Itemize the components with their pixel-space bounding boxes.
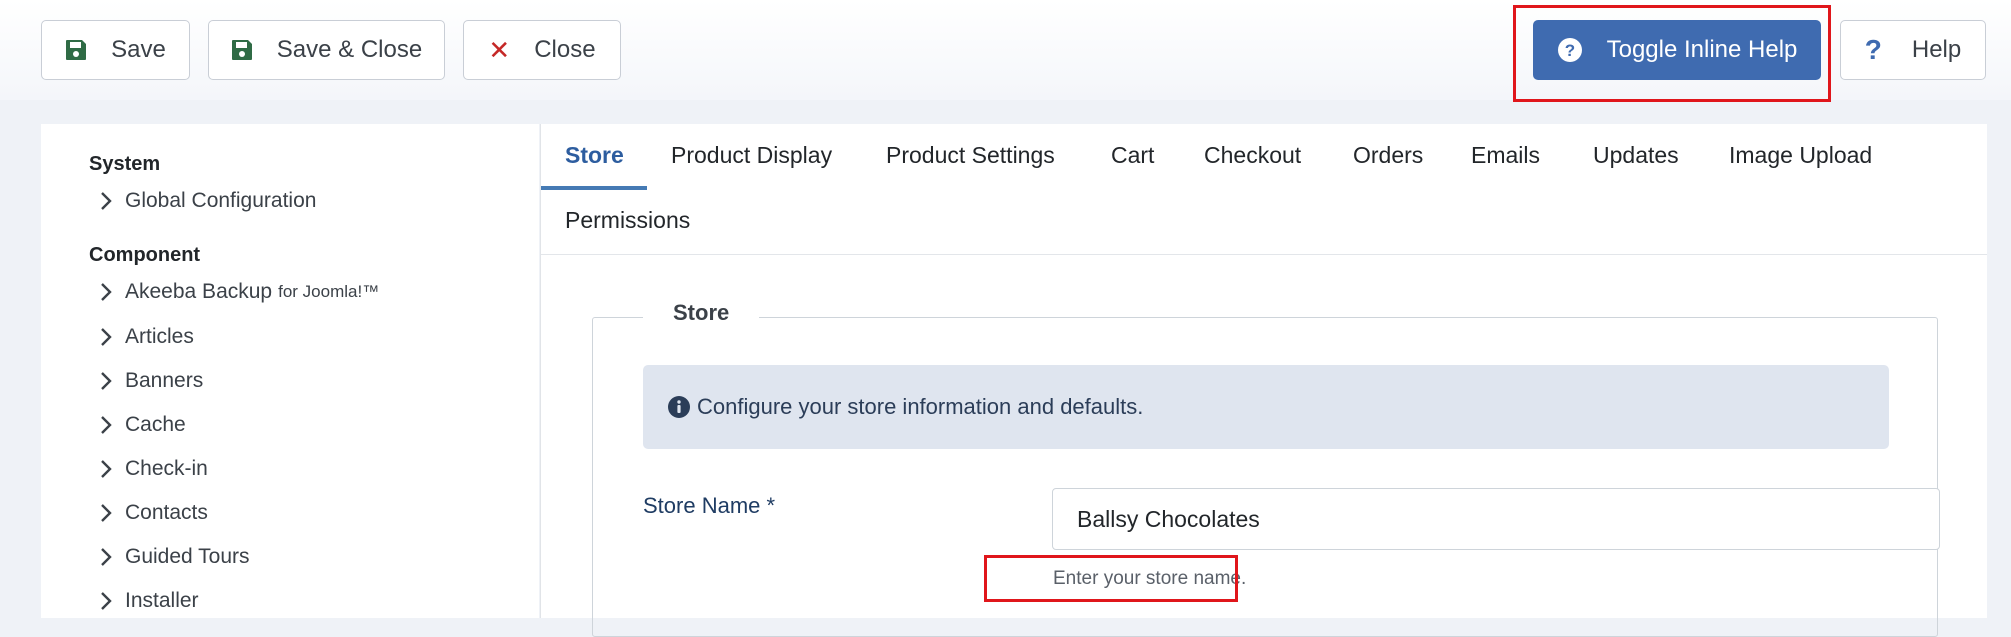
tab-emails[interactable]: Emails: [1471, 142, 1540, 169]
save-button[interactable]: Save: [41, 20, 190, 80]
question-circle-icon: ?: [1557, 37, 1583, 63]
help-button[interactable]: ? Help: [1840, 20, 1986, 80]
save-and-close-button-label: Save & Close: [276, 36, 423, 63]
sidebar-item-contacts[interactable]: Contacts: [97, 501, 208, 525]
save-button-label: Save: [111, 36, 166, 63]
tab-store[interactable]: Store: [565, 142, 624, 169]
store-fieldset-legend: Store: [643, 300, 760, 326]
active-tab-indicator: [541, 186, 647, 190]
tab-updates[interactable]: Updates: [1593, 142, 1679, 169]
sidebar-item-guided-tours[interactable]: Guided Tours: [97, 545, 250, 569]
chevron-right-icon: [97, 546, 115, 568]
sidebar-item-label: Contacts: [125, 501, 208, 524]
sidebar-item-global-configuration[interactable]: Global Configuration: [97, 189, 316, 213]
sidebar-item-label: Installer: [125, 589, 199, 612]
sidebar-item-cache[interactable]: Cache: [97, 413, 186, 437]
sidebar-heading-system: System: [89, 153, 161, 175]
store-name-label: Store Name *: [643, 493, 776, 518]
close-button-label: Close: [534, 36, 596, 63]
sidebar-item-installer[interactable]: Installer: [97, 589, 199, 613]
tab-orders[interactable]: Orders: [1353, 142, 1423, 169]
sidebar-item-label: Guided Tours: [125, 545, 250, 568]
main-panel: Store Product Display Product Settings C…: [540, 124, 1987, 637]
tab-cart[interactable]: Cart: [1111, 142, 1154, 169]
chevron-right-icon: [97, 590, 115, 612]
help-button-label: Help: [1911, 36, 1962, 63]
sidebar-item-label: Global Configuration: [125, 189, 317, 212]
tab-product-settings[interactable]: Product Settings: [886, 142, 1055, 169]
sidebar-item-banners[interactable]: Banners: [97, 369, 203, 393]
store-name-help-text: Enter your store name.: [1053, 568, 1247, 589]
tab-bar: Store Product Display Product Settings C…: [541, 124, 1987, 255]
chevron-right-icon: [97, 370, 115, 392]
tab-permissions[interactable]: Permissions: [565, 207, 690, 234]
chevron-right-icon: [97, 326, 115, 348]
store-name-input[interactable]: [1052, 488, 1940, 550]
toggle-inline-help-button[interactable]: ? Toggle Inline Help: [1533, 20, 1821, 80]
sidebar-item-check-in[interactable]: Check-in: [97, 457, 208, 481]
chevron-right-icon: [97, 502, 115, 524]
toolbar: Save Save & Close ✕ Close ? Toggle Inlin…: [0, 0, 2011, 100]
sidebar-heading-component: Component: [89, 244, 201, 266]
chevron-right-icon: [97, 458, 115, 480]
sidebar-item-suffix: for Joomla!™: [278, 282, 380, 301]
sidebar-item-label: Articles: [125, 325, 194, 348]
close-button[interactable]: ✕ Close: [463, 20, 621, 80]
chevron-right-icon: [97, 190, 115, 212]
floppy-disk-icon: [231, 39, 253, 61]
tab-checkout[interactable]: Checkout: [1204, 142, 1301, 169]
store-info-text: Configure your store information and def…: [697, 394, 1144, 419]
sidebar-item-label: Check-in: [125, 457, 208, 480]
tab-product-display[interactable]: Product Display: [671, 142, 832, 169]
sidebar: System Global Configuration Component Ak…: [41, 124, 539, 618]
chevron-right-icon: [97, 414, 115, 436]
svg-text:?: ?: [1564, 41, 1574, 60]
floppy-disk-icon: [65, 39, 87, 61]
toggle-inline-help-label: Toggle Inline Help: [1606, 36, 1798, 63]
question-mark-icon: ?: [1864, 34, 1882, 65]
sidebar-item-label: Akeeba Backup: [125, 280, 273, 303]
sidebar-item-articles[interactable]: Articles: [97, 325, 194, 349]
sidebar-item-label: Banners: [125, 369, 204, 392]
tab-image-upload[interactable]: Image Upload: [1729, 142, 1872, 169]
sidebar-item-akeeba-backup[interactable]: Akeeba Backup for Joomla!™: [97, 280, 379, 304]
save-and-close-button[interactable]: Save & Close: [208, 20, 445, 80]
store-info-alert: Configure your store information and def…: [643, 365, 1889, 449]
info-circle-icon: [667, 395, 691, 419]
close-x-icon: ✕: [488, 34, 511, 65]
sidebar-item-label: Cache: [125, 413, 186, 436]
store-fieldset: Store Configure your store information a…: [592, 300, 1940, 637]
chevron-right-icon: [97, 281, 115, 303]
